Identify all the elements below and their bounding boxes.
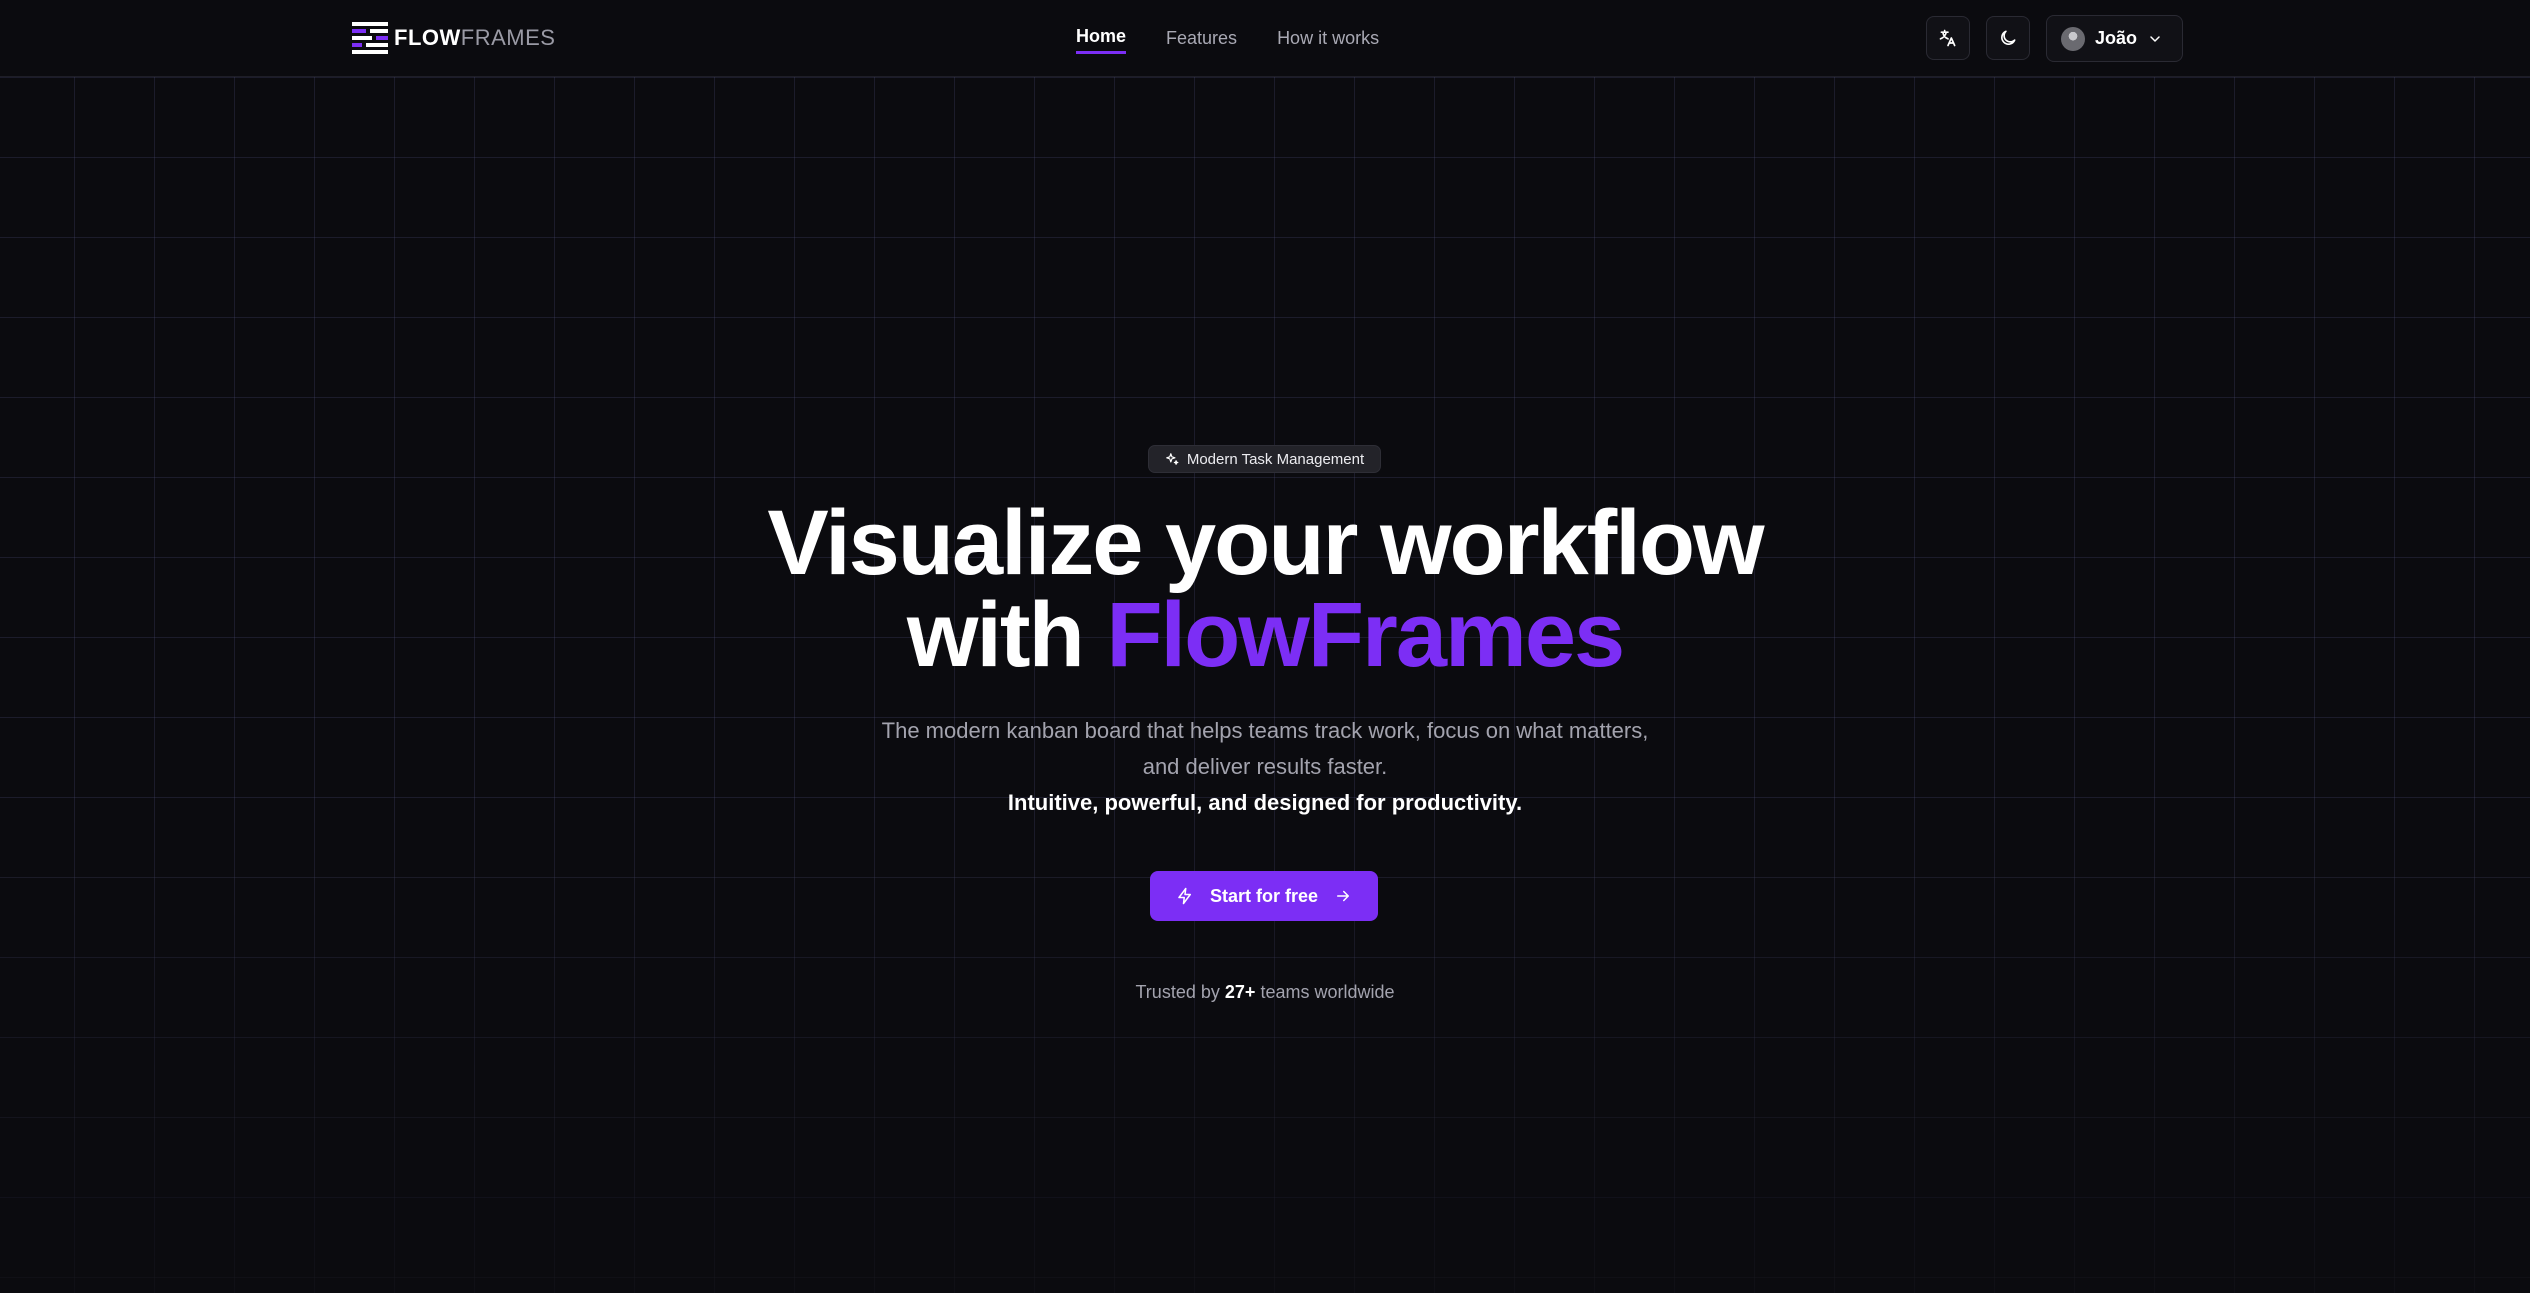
- logo-link[interactable]: FLOWFRAMES: [352, 22, 555, 54]
- hero-badge-label: Modern Task Management: [1186, 450, 1365, 468]
- nav-features[interactable]: Features: [1166, 28, 1237, 53]
- hero-subtitle-line2: and deliver results faster.: [1142, 754, 1388, 779]
- hero-title-line1: Visualize your workflow: [767, 492, 1764, 594]
- nav-home[interactable]: Home: [1076, 26, 1127, 54]
- top-navbar: FLOWFRAMES Home Features How it works Jo…: [0, 0, 2530, 77]
- trust-count: 27+: [1224, 982, 1256, 1002]
- hero-subtitle-line1: The modern kanban board that helps teams…: [881, 718, 1649, 743]
- logo-text-bold: FLOW: [394, 25, 461, 50]
- logo-text: FLOWFRAMES: [394, 25, 555, 51]
- moon-icon: [2001, 30, 2016, 45]
- lightning-icon: [1178, 887, 1191, 905]
- language-button[interactable]: [1926, 16, 1970, 60]
- trust-prefix: Trusted by: [1135, 982, 1220, 1002]
- avatar: [2061, 26, 2085, 51]
- sparkles-icon: [1165, 453, 1179, 465]
- hero-title-accent: FlowFrames: [1106, 584, 1625, 686]
- landing-page: FLOWFRAMES Home Features How it works Jo…: [0, 0, 2530, 1293]
- start-for-free-button[interactable]: Start for free: [1150, 871, 1378, 921]
- hero-badge: Modern Task Management: [1148, 445, 1381, 473]
- trust-suffix: teams worldwide: [1260, 982, 1395, 1002]
- arrow-right-icon: [1337, 890, 1350, 902]
- user-name: João: [2095, 28, 2138, 48]
- main-nav: Home Features How it works: [1076, 26, 1379, 54]
- theme-toggle-button[interactable]: [1986, 16, 2030, 60]
- translate-icon: [1939, 29, 1956, 47]
- hero-tagline: Intuitive, powerful, and designed for pr…: [1007, 790, 1523, 815]
- logo-text-light: FRAMES: [460, 25, 556, 50]
- hero-title: Visualize your workflow with FlowFrames: [0, 497, 2530, 681]
- logo-icon: [352, 22, 388, 54]
- trust-line: Trusted by 27+ teams worldwide: [0, 982, 2530, 1003]
- hero-title-prefix: with: [906, 584, 1085, 686]
- hero-subtitle: The modern kanban board that helps teams…: [0, 713, 2530, 785]
- nav-how-it-works[interactable]: How it works: [1277, 28, 1379, 53]
- user-menu-button[interactable]: João: [2046, 15, 2183, 62]
- chevron-down-icon: [2150, 35, 2160, 42]
- cta-label: Start for free: [1209, 885, 1319, 906]
